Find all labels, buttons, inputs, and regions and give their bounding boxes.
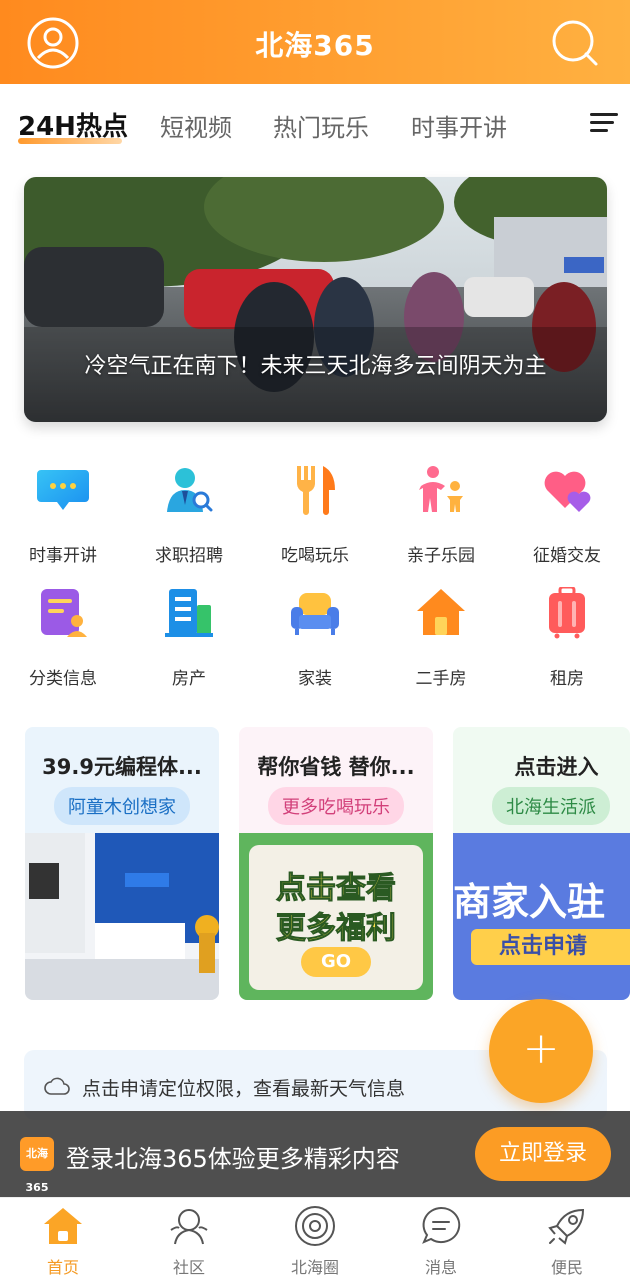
app-title: 北海365 [255, 29, 375, 62]
tab-current-affairs[interactable]: 时事开讲 [411, 108, 507, 143]
banner-street-photo [24, 177, 607, 422]
promo-card-programming[interactable]: 39.9元编程体... 阿童木创想家 [25, 727, 219, 1000]
promo-image-classroom [25, 833, 219, 1000]
tab-popular-fun[interactable]: 热门玩乐 [273, 108, 369, 143]
login-prompt-text: 登录北海365体验更多精彩内容 [66, 1145, 400, 1173]
promo-image-text: 商家入驻 [453, 880, 606, 924]
category-rental[interactable]: 租房 [504, 585, 630, 697]
category-label: 征婚交友 [533, 546, 601, 566]
weather-text: 点击申请定位权限，查看最新天气信息 [82, 1078, 406, 1100]
bottom-navigation: 首页 社区 北海圈 消息 便民 [0, 1197, 630, 1280]
promo-image-text: 更多福利 [276, 911, 397, 947]
promo-tag: 阿童木创想家 [54, 787, 190, 825]
search-icon[interactable] [550, 18, 600, 68]
house-icon [415, 587, 467, 639]
app-logo: 北海365 [20, 1137, 54, 1194]
category-home-decor[interactable]: 家装 [252, 587, 378, 697]
nav-label: 北海圈 [290, 1258, 339, 1277]
sofa-icon [289, 587, 341, 639]
category-label: 亲子乐园 [407, 546, 475, 566]
nav-services[interactable]: 便民 [504, 1198, 630, 1280]
promo-title: 帮你省钱 替你... [257, 755, 415, 779]
news-banner[interactable]: 冷空气正在南下！未来三天北海多云间阴天为主 [24, 177, 607, 422]
add-post-button[interactable]: + [489, 999, 593, 1103]
category-parent-child[interactable]: 亲子乐园 [378, 464, 504, 574]
luggage-icon [541, 585, 593, 639]
nav-beihai-circle[interactable]: 北海圈 [252, 1198, 378, 1280]
nav-label: 社区 [172, 1258, 205, 1277]
category-second-hand-house[interactable]: 二手房 [378, 587, 504, 697]
category-dating[interactable]: 征婚交友 [504, 464, 630, 574]
nav-label: 消息 [424, 1258, 457, 1277]
tab-bar: 24H热点 短视频 热门玩乐 时事开讲 [0, 84, 630, 170]
promo-card-merchant[interactable]: 点击进入 北海生活派 商家入驻 点击申请 [453, 727, 630, 1000]
message-icon [419, 1204, 463, 1248]
parent-child-icon [415, 464, 467, 516]
category-label: 二手房 [415, 669, 467, 689]
promo-image-merchant: 商家入驻 点击申请 [453, 833, 630, 1000]
category-label: 租房 [550, 669, 584, 689]
home-icon [41, 1204, 85, 1248]
nav-label: 便民 [550, 1258, 583, 1277]
category-current-affairs[interactable]: 时事开讲 [0, 464, 126, 574]
promo-image-text: 点击查看 [276, 871, 397, 907]
app-header: 北海365 [0, 0, 630, 84]
circle-icon [293, 1204, 337, 1248]
nav-messages[interactable]: 消息 [378, 1198, 504, 1280]
nav-community[interactable]: 社区 [126, 1198, 252, 1280]
login-prompt-bar: 北海365 登录北海365体验更多精彩内容 立即登录 [0, 1111, 630, 1197]
promo-tag: 北海生活派 [492, 787, 610, 825]
promo-apply-button: 点击申请 [471, 929, 630, 965]
menu-icon[interactable] [588, 110, 620, 136]
nav-home[interactable]: 首页 [0, 1198, 126, 1280]
promo-card-benefits[interactable]: 帮你省钱 替你... 更多吃喝玩乐 点击查看 更多福利 GO [239, 727, 433, 1000]
tab-24h-hot[interactable]: 24H热点 [18, 106, 128, 143]
promo-image-benefits: 点击查看 更多福利 GO [239, 833, 433, 1000]
category-classifieds[interactable]: 分类信息 [0, 587, 126, 697]
category-label: 吃喝玩乐 [281, 546, 349, 566]
promo-title: 39.9元编程体... [42, 755, 202, 779]
category-label: 分类信息 [29, 669, 97, 689]
category-label: 时事开讲 [29, 546, 97, 566]
rocket-icon [545, 1204, 589, 1248]
plus-icon: + [522, 1023, 560, 1074]
category-jobs[interactable]: 求职招聘 [126, 464, 252, 574]
cloud-icon [44, 1076, 70, 1096]
promo-tag: 更多吃喝玩乐 [268, 787, 404, 825]
chat-bubble-icon [37, 464, 89, 516]
job-search-icon [163, 464, 215, 516]
category-label: 房产 [172, 669, 206, 689]
hearts-icon [541, 464, 593, 516]
category-label: 求职招聘 [155, 546, 223, 566]
promo-go-button: GO [301, 947, 371, 977]
tab-short-video[interactable]: 短视频 [160, 108, 232, 143]
nav-label: 首页 [46, 1258, 79, 1277]
building-icon [163, 587, 215, 639]
banner-caption: 冷空气正在南下！未来三天北海多云间阴天为主 [84, 354, 547, 379]
classified-icon [37, 587, 89, 639]
login-button[interactable]: 立即登录 [475, 1127, 611, 1181]
promo-title: 点击进入 [514, 755, 599, 779]
fork-knife-icon [289, 464, 341, 516]
category-food-fun[interactable]: 吃喝玩乐 [252, 464, 378, 574]
category-real-estate[interactable]: 房产 [126, 587, 252, 697]
category-label: 家装 [298, 669, 332, 689]
community-icon [167, 1204, 211, 1248]
